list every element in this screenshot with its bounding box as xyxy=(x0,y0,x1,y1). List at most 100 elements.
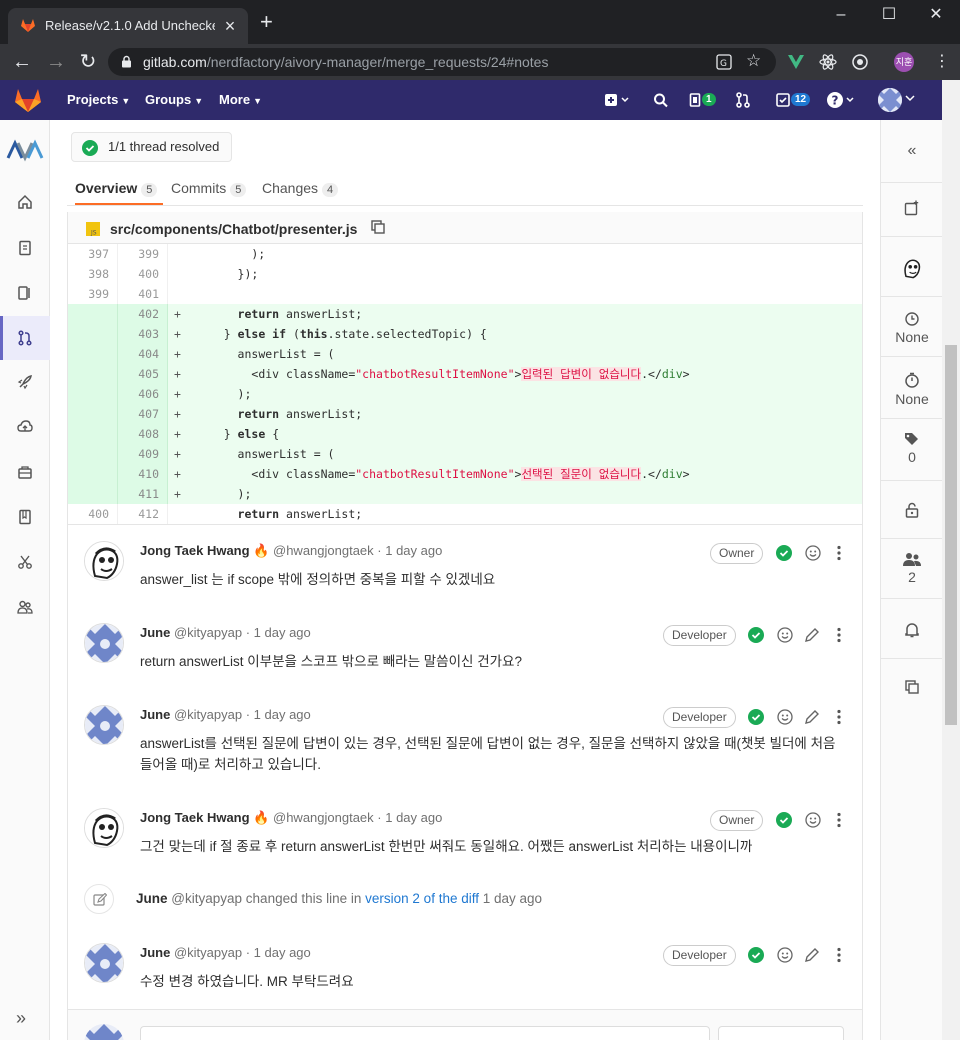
new-item-icon[interactable] xyxy=(604,90,630,110)
sidebar-item-operations[interactable] xyxy=(0,405,50,449)
add-todo-icon[interactable] xyxy=(881,200,943,216)
diff-line: 399 401 xyxy=(68,284,862,304)
browser-tab[interactable]: Release/v2.1.0 Add Unchecked I × xyxy=(8,8,248,44)
back-icon[interactable]: ← xyxy=(10,50,34,74)
user-avatar[interactable] xyxy=(878,88,902,112)
milestone-section[interactable]: None xyxy=(881,312,943,345)
sidebar-item-packages[interactable] xyxy=(0,450,50,494)
diff-line-added: 407 + return answerList; xyxy=(68,404,862,424)
bookmark-star-icon[interactable]: ☆ xyxy=(746,51,761,71)
gitlab-logo-icon[interactable] xyxy=(14,87,42,113)
groups-menu[interactable]: Groups ▼ xyxy=(145,92,203,107)
new-tab-button[interactable]: + xyxy=(260,11,273,33)
note-handle[interactable]: @hwangjongtaek xyxy=(273,543,374,558)
sidebar-item-home[interactable] xyxy=(0,180,50,224)
reply-input[interactable] xyxy=(140,1026,710,1040)
profile-avatar[interactable]: 지훈 xyxy=(894,52,914,72)
emoji-react-icon[interactable] xyxy=(805,545,821,561)
copy-reference-icon[interactable] xyxy=(881,680,943,694)
scrollbar-thumb[interactable] xyxy=(945,345,957,725)
minimize-icon[interactable]: – xyxy=(817,0,865,32)
translate-icon[interactable]: G xyxy=(716,54,732,70)
resolve-discussion-button[interactable] xyxy=(718,1026,844,1040)
diff-version-link[interactable]: version 2 of the diff xyxy=(365,891,479,906)
more-actions-icon[interactable] xyxy=(831,709,847,725)
tab-commits[interactable]: Commits 5 xyxy=(171,180,247,197)
note-body: return answerList 이부분을 스코프 밖으로 빼라는 말씀이신 … xyxy=(140,654,522,669)
sidebar-item-snippets[interactable] xyxy=(0,540,50,584)
labels-section[interactable]: 0 xyxy=(881,432,943,465)
edit-pencil-icon[interactable] xyxy=(804,627,820,643)
more-actions-icon[interactable] xyxy=(831,812,847,828)
note-author[interactable]: Jong Taek Hwang xyxy=(140,810,250,825)
issues-icon[interactable]: 1 xyxy=(689,90,716,110)
sidebar-item-repository[interactable] xyxy=(0,226,50,270)
window-close-icon[interactable]: ✕ xyxy=(912,0,960,32)
diff-line-added: 409 + answerList = ( xyxy=(68,444,862,464)
emoji-react-icon[interactable] xyxy=(777,947,793,963)
resolve-thread-icon[interactable] xyxy=(776,545,792,561)
avatar[interactable] xyxy=(84,623,124,663)
note-author[interactable]: June xyxy=(140,945,170,960)
sidebar-item-members[interactable] xyxy=(0,585,50,629)
sidebar-item-ci-cd[interactable] xyxy=(0,360,50,404)
tab-overview[interactable]: Overview 5 xyxy=(75,180,158,197)
copy-icon[interactable] xyxy=(371,220,385,234)
project-avatar[interactable] xyxy=(6,138,44,162)
more-actions-icon[interactable] xyxy=(831,947,847,963)
address-bar[interactable]: gitlab.com/nerdfactory/aivory-manager/me… xyxy=(108,48,776,76)
forward-icon[interactable]: → xyxy=(44,50,68,74)
book-icon xyxy=(19,509,31,525)
sidebar-item-merge-requests[interactable] xyxy=(0,316,50,360)
avatar[interactable] xyxy=(84,808,124,848)
participants-section[interactable]: 2 xyxy=(881,552,943,585)
time-tracking-section[interactable]: None xyxy=(881,372,943,407)
avatar[interactable] xyxy=(84,541,124,581)
assignee-avatar[interactable] xyxy=(881,256,943,280)
resolve-thread-icon[interactable] xyxy=(748,947,764,963)
resolve-thread-icon[interactable] xyxy=(748,709,764,725)
emoji-react-icon[interactable] xyxy=(777,627,793,643)
maximize-icon[interactable]: ☐ xyxy=(865,0,913,32)
search-icon[interactable] xyxy=(653,90,669,110)
tab-changes[interactable]: Changes 4 xyxy=(262,180,339,197)
threads-resolved-button[interactable]: 1/1 thread resolved xyxy=(71,132,233,162)
reload-icon[interactable]: ↻ xyxy=(76,50,100,74)
more-actions-icon[interactable] xyxy=(831,545,847,561)
close-tab-icon[interactable]: × xyxy=(220,16,240,36)
more-actions-icon[interactable] xyxy=(831,627,847,643)
sidebar-item-wiki[interactable] xyxy=(0,495,50,539)
help-icon[interactable]: ? xyxy=(826,90,858,110)
note-handle[interactable]: @kityapyap xyxy=(174,945,242,960)
sidebar-item-issues[interactable] xyxy=(0,271,50,315)
todos-icon[interactable]: 12 xyxy=(776,90,811,110)
note-handle[interactable]: @kityapyap xyxy=(174,707,242,722)
note-handle[interactable]: @hwangjongtaek xyxy=(273,810,374,825)
edit-pencil-icon[interactable] xyxy=(804,709,820,725)
more-menu[interactable]: More ▼ xyxy=(219,92,262,107)
react-devtools-icon[interactable] xyxy=(818,52,838,72)
avatar[interactable] xyxy=(84,943,124,983)
lock-section[interactable] xyxy=(881,502,943,518)
collapse-right-sidebar-icon[interactable]: « xyxy=(881,142,943,160)
note-author[interactable]: June xyxy=(140,625,170,640)
note-author[interactable]: Jong Taek Hwang xyxy=(140,543,250,558)
notifications-toggle[interactable] xyxy=(881,622,943,638)
extension-icon[interactable] xyxy=(850,52,870,72)
collapse-sidebar-icon[interactable]: » xyxy=(16,1008,26,1029)
resolve-thread-icon[interactable] xyxy=(776,812,792,828)
discussion-thread: Jong Taek Hwang 🔥 @hwangjongtaek · 1 day… xyxy=(67,525,863,1040)
note-handle[interactable]: @kityapyap xyxy=(174,625,242,640)
browser-menu-icon[interactable]: ⋮ xyxy=(934,52,950,72)
merge-requests-icon[interactable] xyxy=(735,90,751,110)
note-author[interactable]: June xyxy=(140,707,170,722)
projects-menu[interactable]: Projects ▼ xyxy=(67,92,130,107)
edit-pencil-icon[interactable] xyxy=(804,947,820,963)
resolve-thread-icon[interactable] xyxy=(748,627,764,643)
emoji-react-icon[interactable] xyxy=(777,709,793,725)
avatar[interactable] xyxy=(84,705,124,745)
file-path[interactable]: src/components/Chatbot/presenter.js xyxy=(110,221,357,237)
emoji-react-icon[interactable] xyxy=(805,812,821,828)
vue-devtools-icon[interactable] xyxy=(786,52,806,72)
chevron-down-icon[interactable] xyxy=(905,94,915,114)
